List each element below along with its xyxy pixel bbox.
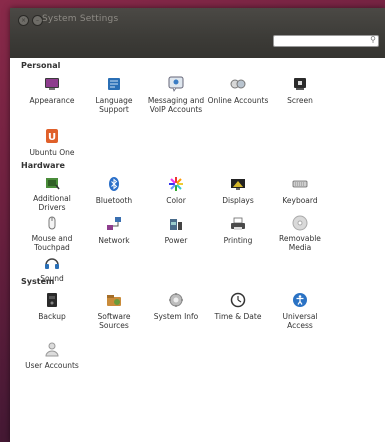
settings-item-user-accounts[interactable]: User Accounts [21, 337, 83, 377]
software-sources-icon [105, 291, 123, 309]
section-grid-system: Backup Software Sources System Info Time & … [10, 288, 385, 377]
sound-icon [43, 255, 61, 271]
section-grid-hardware: Additional Drivers Bluetooth Color Displays… [10, 172, 385, 283]
bluetooth-icon [105, 175, 123, 193]
settings-item-label: Removable Media [279, 234, 321, 252]
ubuntu-one-icon: U [43, 127, 61, 145]
settings-panel: Personal Appearance Language Support Messag… [10, 58, 385, 377]
settings-item-label: Bluetooth [95, 196, 133, 205]
settings-item-label: Time & Date [214, 312, 262, 321]
settings-item-label: System Info [153, 312, 199, 321]
settings-item-label: Appearance [29, 96, 75, 105]
settings-item-label: Language Support [95, 96, 133, 114]
printer-icon [229, 215, 247, 233]
settings-item-language-support[interactable]: Language Support [83, 72, 145, 124]
settings-item-additional-drivers[interactable]: Additional Drivers [21, 172, 83, 212]
settings-item-software-sources[interactable]: Software Sources [83, 288, 145, 337]
displays-icon [229, 175, 247, 193]
keyboard-icon [291, 175, 309, 193]
settings-item-color[interactable]: Color [145, 172, 207, 212]
settings-item-keyboard[interactable]: Keyboard [269, 172, 331, 212]
settings-item-label: Universal Access [282, 312, 318, 330]
mouse-icon [43, 215, 61, 231]
settings-item-label: Messaging and VoIP Accounts [147, 96, 205, 114]
power-icon [167, 215, 185, 233]
drivers-icon [43, 175, 61, 191]
settings-item-label: Screen [287, 96, 313, 105]
settings-item-network[interactable]: Network [83, 212, 145, 252]
settings-item-system-info[interactable]: System Info [145, 288, 207, 337]
settings-item-time-date[interactable]: Time & Date [207, 288, 269, 337]
settings-item-label: Keyboard [282, 196, 318, 205]
search-icon: ⚲ [370, 35, 376, 44]
settings-item-sound[interactable]: Sound [21, 252, 83, 283]
settings-item-label: Software Sources [97, 312, 131, 330]
system-info-icon [167, 291, 185, 309]
settings-item-online-accounts[interactable]: Online Accounts [207, 72, 269, 124]
close-button[interactable]: × [18, 15, 29, 26]
settings-item-label: Displays [222, 196, 254, 205]
section-heading-personal: Personal [21, 61, 61, 70]
network-icon [105, 215, 123, 233]
messaging-icon [167, 75, 185, 93]
settings-item-backup[interactable]: Backup [21, 288, 83, 337]
settings-item-mouse-and-touchpad[interactable]: Mouse and Touchpad [21, 212, 83, 252]
settings-item-label: Printing [223, 236, 253, 245]
settings-item-displays[interactable]: Displays [207, 172, 269, 212]
online-accounts-icon [229, 75, 247, 93]
settings-item-label: Mouse and Touchpad [31, 234, 73, 252]
settings-item-label: Network [98, 236, 130, 245]
svg-text:U: U [48, 132, 56, 143]
window-title: System Settings [42, 14, 119, 24]
settings-item-screen[interactable]: Screen [269, 72, 331, 124]
settings-item-appearance[interactable]: Appearance [21, 72, 83, 124]
settings-item-power[interactable]: Power [145, 212, 207, 252]
removable-media-icon [291, 215, 309, 231]
color-icon [167, 175, 185, 193]
settings-item-printing[interactable]: Printing [207, 212, 269, 252]
settings-item-label: Online Accounts [207, 96, 269, 105]
title-bar: × – System Settings ⚲ [10, 8, 385, 58]
settings-item-bluetooth[interactable]: Bluetooth [83, 172, 145, 212]
clock-icon [229, 291, 247, 309]
settings-item-label: User Accounts [25, 361, 79, 370]
settings-item-label: Color [166, 196, 186, 205]
section-heading-hardware: Hardware [21, 161, 65, 170]
system-settings-window: × – System Settings ⚲ Personal Appearance… [10, 8, 385, 442]
settings-item-label: Ubuntu One [29, 148, 75, 157]
window-controls: × – [18, 15, 43, 26]
settings-item-label: Power [164, 236, 188, 245]
settings-item-label: Additional Drivers [33, 194, 71, 212]
settings-item-universal-access[interactable]: Universal Access [269, 288, 331, 337]
search-input[interactable]: ⚲ [273, 35, 379, 47]
appearance-icon [43, 75, 61, 93]
section-grid-personal: Appearance Language Support Messaging and … [10, 72, 385, 160]
backup-icon [43, 291, 61, 309]
settings-item-messaging-and-voip-accounts[interactable]: Messaging and VoIP Accounts [145, 72, 207, 124]
settings-item-label: Backup [38, 312, 66, 321]
screen-icon [291, 75, 309, 93]
user-accounts-icon [43, 340, 61, 358]
settings-item-removable-media[interactable]: Removable Media [269, 212, 331, 252]
settings-item-ubuntu-one[interactable]: U Ubuntu One [21, 124, 83, 160]
language-icon [105, 75, 123, 93]
universal-access-icon [291, 291, 309, 309]
